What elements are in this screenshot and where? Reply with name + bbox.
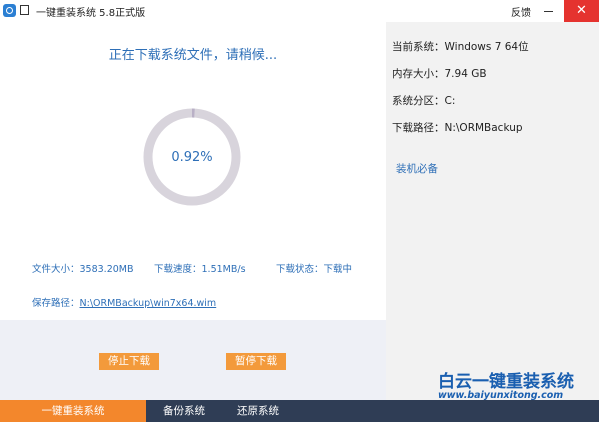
download-status-label: 下载状态：下载中 — [276, 264, 353, 275]
minimize-button[interactable] — [536, 0, 561, 22]
watermark-title: 白云一键重装系统 — [438, 372, 574, 392]
current-system-info: 当前系统：Windows 7 64位 — [392, 41, 529, 53]
system-info-panel: 当前系统：Windows 7 64位 内存大小：7.94 GB 系统分区：C: … — [386, 22, 599, 401]
app-title: 一键重装系统 5.8正式版 — [36, 8, 146, 19]
file-size-label: 文件大小：3583.20MB — [32, 264, 134, 275]
memory-size-info: 内存大小：7.94 GB — [392, 68, 487, 80]
essentials-link[interactable]: 装机必备 — [396, 161, 438, 176]
tab-reinstall-system[interactable]: 一键重装系统 — [0, 400, 146, 422]
pause-download-button[interactable]: 暂停下载 — [226, 353, 286, 370]
window-menu-icon[interactable] — [20, 5, 29, 15]
close-button[interactable]: ✕ — [564, 0, 599, 22]
download-heading: 正在下载系统文件，请稍候... — [108, 48, 278, 63]
download-panel: 正在下载系统文件，请稍候... 0.92% 文件大小：3583.20MB 下载速… — [0, 22, 386, 320]
bottom-tab-bar: 一键重装系统 备份系统 还原系统 — [0, 400, 599, 422]
stop-download-button[interactable]: 停止下载 — [99, 353, 159, 370]
progress-percentage: 0.92% — [171, 150, 213, 165]
feedback-link[interactable]: 反馈 — [511, 4, 531, 19]
download-speed-label: 下载速度：1.51MB/s — [154, 264, 246, 275]
save-path-link[interactable]: N:\ORMBackup\win7x64.wim — [80, 298, 217, 309]
tab-restore-system[interactable]: 还原系统 — [222, 400, 294, 422]
save-path-row: 保存路径：N:\ORMBackup\win7x64.wim — [32, 295, 216, 309]
system-partition-info: 系统分区：C: — [392, 95, 456, 107]
download-path-info: 下载路径：N:\ORMBackup — [392, 122, 523, 134]
app-logo-icon — [3, 4, 16, 17]
tab-backup-system[interactable]: 备份系统 — [146, 400, 222, 422]
action-bar: 停止下载 暂停下载 — [0, 320, 386, 400]
title-bar: 一键重装系统 5.8正式版 反馈 ✕ — [0, 0, 599, 22]
save-path-label: 保存路径： — [32, 298, 80, 309]
